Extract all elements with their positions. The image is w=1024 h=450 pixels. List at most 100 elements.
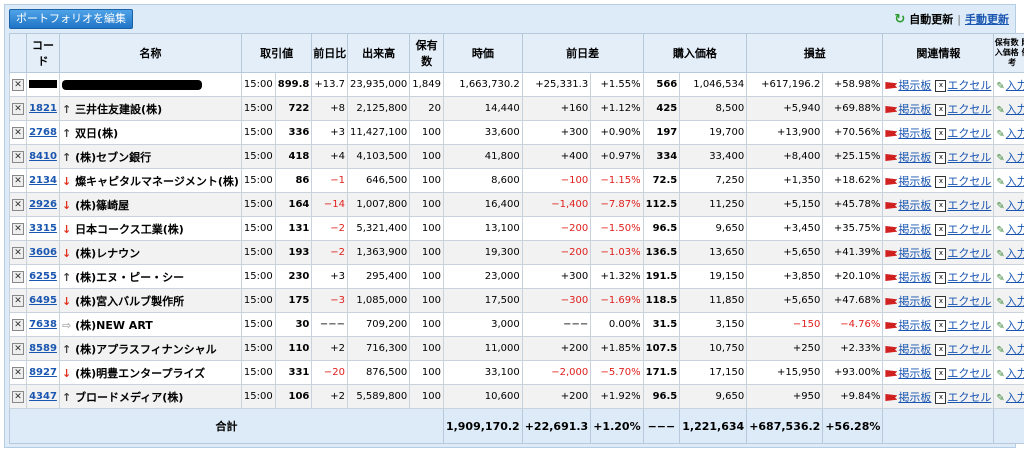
excel-link[interactable]: エクセル <box>947 367 991 380</box>
input-link[interactable]: 入力 <box>1006 391 1024 404</box>
pencil-icon: ✎ <box>996 152 1005 164</box>
delete-icon[interactable]: ✕ <box>12 390 24 403</box>
down-arrow-icon: ↓ <box>62 294 72 308</box>
board-link[interactable]: 掲示板 <box>898 103 931 116</box>
delete-icon[interactable]: ✕ <box>12 294 24 307</box>
board-link[interactable]: 掲示板 <box>898 343 931 356</box>
board-link[interactable]: 掲示板 <box>898 199 931 212</box>
excel-link[interactable]: エクセル <box>947 103 991 116</box>
board-link[interactable]: 掲示板 <box>898 319 931 332</box>
input-link[interactable]: 入力 <box>1006 223 1024 236</box>
stock-code-link[interactable]: 4347 <box>29 391 57 402</box>
excel-icon: x <box>935 223 947 236</box>
input-link[interactable]: 入力 <box>1006 319 1024 332</box>
header-change[interactable]: 前日比 <box>311 33 349 73</box>
refresh-icon[interactable]: ↻ <box>894 12 905 27</box>
header-volume[interactable]: 出来高 <box>347 33 411 73</box>
delete-icon[interactable]: ✕ <box>12 102 24 115</box>
header-pnl[interactable]: 損益 <box>746 33 884 73</box>
excel-link[interactable]: エクセル <box>947 79 991 92</box>
header-market-value[interactable]: 時価 <box>442 33 523 73</box>
stock-code-link[interactable]: 7638 <box>29 319 57 330</box>
board-link[interactable]: 掲示板 <box>898 127 931 140</box>
shares-held: 100 <box>409 240 444 265</box>
delete-icon[interactable]: ✕ <box>12 78 24 91</box>
stock-code-link[interactable]: 2134 <box>29 175 57 186</box>
stock-code-link[interactable]: 6495 <box>29 295 57 306</box>
excel-icon: x <box>935 343 947 356</box>
excel-link[interactable]: エクセル <box>947 127 991 140</box>
board-link[interactable]: 掲示板 <box>898 367 931 380</box>
delete-icon[interactable]: ✕ <box>12 270 24 283</box>
delete-icon[interactable]: ✕ <box>12 318 24 331</box>
board-link[interactable]: 掲示板 <box>898 79 931 92</box>
excel-link[interactable]: エクセル <box>947 343 991 356</box>
market-value: 3,000 <box>442 312 523 337</box>
memo-cell: ✎入力 <box>993 72 1024 97</box>
board-link[interactable]: 掲示板 <box>898 271 931 284</box>
board-link[interactable]: 掲示板 <box>898 295 931 308</box>
excel-link[interactable]: エクセル <box>947 151 991 164</box>
excel-link[interactable]: エクセル <box>947 223 991 236</box>
input-link[interactable]: 入力 <box>1006 127 1024 140</box>
buy-total: 17,150 <box>679 360 748 385</box>
stock-code-link[interactable]: 2926 <box>29 199 57 210</box>
stock-code-link[interactable]: 6255 <box>29 271 57 282</box>
input-link[interactable]: 入力 <box>1006 271 1024 284</box>
market-value: 23,000 <box>442 264 523 289</box>
header-day-diff[interactable]: 前日差 <box>521 33 644 73</box>
stock-code-link[interactable]: 8589 <box>29 343 57 354</box>
input-link[interactable]: 入力 <box>1006 151 1024 164</box>
auto-refresh-link[interactable]: 自動更新 <box>909 11 953 27</box>
delete-icon[interactable]: ✕ <box>12 126 24 139</box>
input-link[interactable]: 入力 <box>1006 247 1024 260</box>
board-flag-icon <box>885 298 898 305</box>
price-change: −3 <box>311 288 349 313</box>
edit-portfolio-button[interactable]: ポートフォリオを編集 <box>9 9 133 29</box>
delete-icon[interactable]: ✕ <box>12 198 24 211</box>
input-link[interactable]: 入力 <box>1006 103 1024 116</box>
excel-link[interactable]: エクセル <box>947 295 991 308</box>
board-link[interactable]: 掲示板 <box>898 247 931 260</box>
stock-code-link[interactable]: 2768 <box>29 127 57 138</box>
header-trade-price[interactable]: 取引値 <box>240 33 313 73</box>
name-cell: ↓ (株)篠崎屋 <box>59 192 242 217</box>
delete-icon[interactable]: ✕ <box>12 366 24 379</box>
input-link[interactable]: 入力 <box>1006 199 1024 212</box>
excel-link[interactable]: エクセル <box>947 175 991 188</box>
board-link[interactable]: 掲示板 <box>898 175 931 188</box>
delete-icon[interactable]: ✕ <box>12 246 24 259</box>
stock-code-link[interactable]: 8410 <box>29 151 57 162</box>
delete-icon[interactable]: ✕ <box>12 342 24 355</box>
board-link[interactable]: 掲示板 <box>898 151 931 164</box>
header-purchase-price[interactable]: 購入価格 <box>642 33 748 73</box>
manual-refresh-link[interactable]: 手動更新 <box>965 11 1009 27</box>
input-link[interactable]: 入力 <box>1006 79 1024 92</box>
header-code[interactable]: コード <box>26 33 60 73</box>
excel-link[interactable]: エクセル <box>947 391 991 404</box>
excel-link[interactable]: エクセル <box>947 271 991 284</box>
memo-cell: ✎入力 <box>993 336 1024 361</box>
input-link[interactable]: 入力 <box>1006 295 1024 308</box>
delete-icon[interactable]: ✕ <box>12 174 24 187</box>
pencil-icon: ✎ <box>996 368 1005 380</box>
input-link[interactable]: 入力 <box>1006 367 1024 380</box>
excel-link[interactable]: エクセル <box>947 199 991 212</box>
delete-icon[interactable]: ✕ <box>12 150 24 163</box>
header-holdings[interactable]: 保有数 <box>409 33 444 73</box>
header-name[interactable]: 名称 <box>59 33 242 73</box>
price-change: −−− <box>311 312 349 337</box>
board-link[interactable]: 掲示板 <box>898 223 931 236</box>
price-change: +2 <box>311 384 349 409</box>
board-link[interactable]: 掲示板 <box>898 391 931 404</box>
stock-code-link[interactable]: 3606 <box>29 247 57 258</box>
pencil-icon: ✎ <box>996 176 1005 188</box>
excel-link[interactable]: エクセル <box>947 247 991 260</box>
delete-icon[interactable]: ✕ <box>12 222 24 235</box>
stock-code-link[interactable]: 1821 <box>29 103 57 114</box>
stock-code-link[interactable]: 3315 <box>29 223 57 234</box>
input-link[interactable]: 入力 <box>1006 343 1024 356</box>
stock-code-link[interactable]: 8927 <box>29 367 57 378</box>
excel-link[interactable]: エクセル <box>947 319 991 332</box>
input-link[interactable]: 入力 <box>1006 175 1024 188</box>
